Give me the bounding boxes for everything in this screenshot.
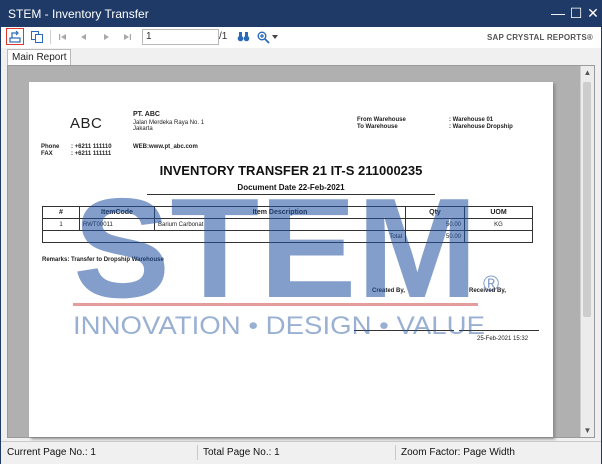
web-label: WEB:: [133, 144, 149, 150]
close-button[interactable]: ✕: [584, 4, 602, 22]
copy-icon: [31, 31, 43, 43]
export-button[interactable]: [6, 28, 24, 45]
copy-button[interactable]: [29, 29, 45, 45]
minimize-button[interactable]: —: [549, 4, 567, 22]
next-page-button[interactable]: [101, 29, 111, 45]
item-description: Barium Carbonat: [154, 218, 406, 231]
app-window: STEM - Inventory Transfer — ☐ ✕ 1 /1 SAP…: [0, 0, 602, 464]
column-header: Qty: [405, 206, 465, 219]
title-bar: STEM - Inventory Transfer — ☐ ✕: [1, 1, 601, 27]
window-title: STEM - Inventory Transfer: [8, 7, 149, 21]
export-icon: [9, 30, 21, 43]
document-date: Document Date 22-Feb-2021: [237, 183, 345, 192]
page-number-input[interactable]: 1: [142, 29, 219, 45]
table-total-row: Total 50.00: [42, 230, 533, 243]
document-title: INVENTORY TRANSFER 21 IT-S 211000235: [159, 163, 423, 178]
phone-label: Phone: [41, 144, 60, 150]
table-row: 1 RWT00011 Barium Carbonat 50.00 KG: [42, 218, 533, 231]
report-toolbar: 1 /1 SAP CRYSTAL REPORTS®: [1, 27, 601, 49]
total-value: 50.00: [405, 230, 465, 243]
last-page-icon: [124, 34, 131, 40]
binoculars-icon: [237, 32, 249, 42]
row-number: 1: [42, 218, 80, 231]
title-underline: [147, 194, 435, 195]
zoom-icon: [257, 31, 270, 44]
address-line-2: Jakarta: [133, 126, 153, 132]
find-button[interactable]: [236, 29, 250, 45]
vertical-scrollbar[interactable]: ▲ ▼: [580, 66, 594, 437]
next-page-icon: [104, 34, 109, 40]
report-viewer[interactable]: ABC PT. ABC Jalan Merdeka Raya No. 1 Jak…: [7, 65, 595, 438]
company-name: PT. ABC: [133, 111, 160, 118]
tab-main-report[interactable]: Main Report: [7, 49, 72, 65]
item-qty: 50.00: [405, 218, 465, 231]
print-timestamp: 25-Feb-2021 15:32: [477, 336, 529, 342]
signature-line-received: [459, 330, 539, 331]
from-warehouse-label: From Warehouse: [357, 117, 406, 123]
received-by-label: Received By,: [469, 288, 506, 294]
status-bar: Current Page No.: 1 Total Page No.: 1 Zo…: [1, 441, 601, 464]
status-separator: [197, 445, 198, 460]
chevron-down-icon: [271, 35, 278, 39]
previous-page-button[interactable]: [79, 29, 89, 45]
scroll-thumb[interactable]: [583, 82, 591, 317]
last-page-button[interactable]: [122, 29, 132, 45]
fax-label: FAX: [41, 151, 53, 157]
column-header: Item Description: [154, 206, 406, 219]
current-page-status: Current Page No.: 1: [7, 447, 96, 458]
signature-line-created: [354, 330, 454, 331]
items-table: # ItemCode Item Description Qty UOM 1 RW…: [42, 206, 533, 243]
fax-value: : +6211 111111: [71, 151, 112, 157]
phone-value: : +6211 111110: [71, 144, 112, 150]
created-by-label: Created By,: [372, 288, 405, 294]
toolbar-separator: [50, 30, 51, 44]
zoom-status: Zoom Factor: Page Width: [401, 447, 515, 458]
to-warehouse-label: To Warehouse: [357, 124, 398, 130]
to-warehouse-value: : Warehouse Dropship: [449, 124, 513, 130]
scroll-up-arrow[interactable]: ▲: [581, 66, 594, 79]
table-header-row: # ItemCode Item Description Qty UOM: [42, 206, 533, 219]
item-code: RWT00011: [79, 218, 155, 231]
web-value: www.pt_abc.com: [149, 144, 198, 150]
column-header: UOM: [464, 206, 533, 219]
total-page-status: Total Page No.: 1: [203, 447, 280, 458]
remarks: Remarks: Transfer to Dropship Warehouse: [42, 257, 164, 263]
column-header: #: [42, 206, 80, 219]
report-page: ABC PT. ABC Jalan Merdeka Raya No. 1 Jak…: [29, 82, 553, 437]
item-uom: KG: [464, 218, 533, 231]
total-label: Total: [42, 230, 406, 243]
sap-crystal-logo: SAP CRYSTAL REPORTS®: [486, 33, 593, 42]
column-header: ItemCode: [79, 206, 155, 219]
tab-strip: Main Report: [1, 48, 601, 65]
zoom-button[interactable]: [256, 29, 278, 45]
total-uom-cell: [464, 230, 533, 243]
first-page-button[interactable]: [58, 29, 68, 45]
scroll-down-arrow[interactable]: ▼: [581, 424, 594, 437]
maximize-button[interactable]: ☐: [567, 4, 585, 22]
first-page-icon: [59, 34, 66, 40]
from-warehouse-value: : Warehouse 01: [449, 117, 494, 123]
previous-page-icon: [81, 34, 86, 40]
page-count: /1: [219, 31, 228, 42]
status-separator: [395, 445, 396, 460]
company-logo: ABC: [70, 115, 103, 132]
